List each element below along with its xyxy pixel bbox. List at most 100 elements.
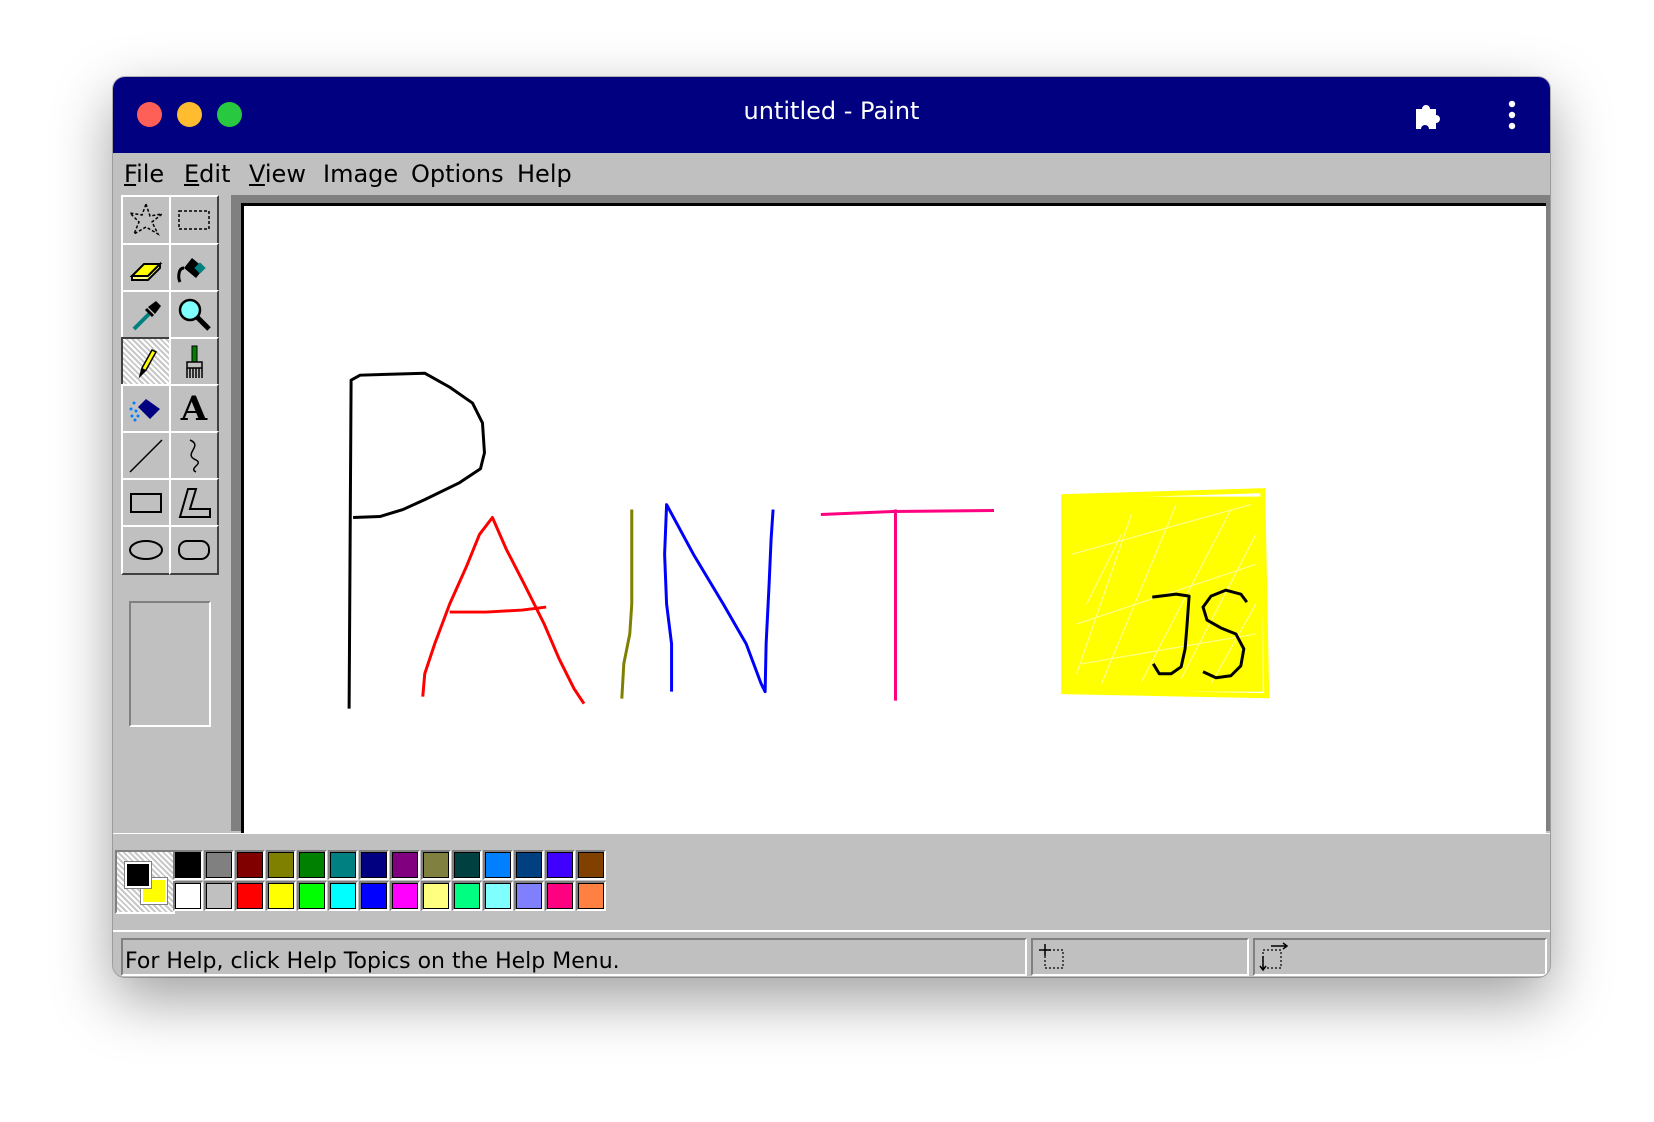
title-bar[interactable]: untitled - Paint xyxy=(113,77,1550,153)
palette-color-swatch[interactable] xyxy=(576,850,606,880)
palette-color-fill xyxy=(454,852,480,878)
current-colors-indicator[interactable] xyxy=(115,850,175,914)
palette-color-swatch[interactable] xyxy=(390,881,420,911)
tool-pencil[interactable] xyxy=(121,337,171,387)
tool-rectangle[interactable] xyxy=(121,478,171,528)
magnifier-icon xyxy=(178,298,211,331)
pencil-icon xyxy=(138,349,158,379)
rectangle-icon xyxy=(130,493,162,513)
stroke-letter-a-bar xyxy=(449,605,547,614)
palette-color-swatch[interactable] xyxy=(173,850,203,880)
tool-brush[interactable] xyxy=(169,337,219,387)
tool-polygon[interactable] xyxy=(169,478,219,528)
tool-ellipse[interactable] xyxy=(121,525,171,575)
canvas-area xyxy=(235,195,1550,833)
palette-color-swatch[interactable] xyxy=(359,881,389,911)
tool-eraser[interactable] xyxy=(121,243,171,293)
tool-text[interactable]: A xyxy=(169,384,219,434)
palette-color-swatch[interactable] xyxy=(204,850,234,880)
menu-file[interactable]: File xyxy=(124,160,164,188)
tool-airbrush[interactable] xyxy=(121,384,171,434)
palette-color-swatch[interactable] xyxy=(576,881,606,911)
drawing-canvas[interactable] xyxy=(241,203,1546,833)
palette-color-fill xyxy=(516,883,542,909)
menu-file-label: ile xyxy=(136,160,165,188)
palette-color-swatch[interactable] xyxy=(173,881,203,911)
menu-file-mnemonic: F xyxy=(124,160,137,188)
palette-color-swatch[interactable] xyxy=(235,850,265,880)
palette-color-swatch[interactable] xyxy=(235,881,265,911)
palette-color-swatch[interactable] xyxy=(452,850,482,880)
airbrush-icon xyxy=(129,399,160,422)
palette-color-swatch[interactable] xyxy=(483,881,513,911)
palette-color-swatch[interactable] xyxy=(421,881,451,911)
palette-color-swatch[interactable] xyxy=(297,881,327,911)
palette-color-fill xyxy=(299,852,325,878)
palette-color-swatch[interactable] xyxy=(483,850,513,880)
rounded-rectangle-icon xyxy=(178,540,210,560)
palette-color-swatch[interactable] xyxy=(545,881,575,911)
stroke-letter-n xyxy=(663,503,775,694)
palette-color-fill xyxy=(392,852,418,878)
yellow-js-square xyxy=(1063,496,1263,692)
palette-color-fill xyxy=(578,852,604,878)
palette-color-swatch[interactable] xyxy=(204,881,234,911)
tool-rect-select[interactable] xyxy=(169,195,219,245)
palette-color-swatch[interactable] xyxy=(421,850,451,880)
palette-color-swatch[interactable] xyxy=(297,850,327,880)
paint-window: untitled - Paint File Edit View Image Op… xyxy=(113,77,1550,977)
puzzle-piece-icon[interactable] xyxy=(1408,97,1444,133)
tool-line[interactable] xyxy=(121,431,171,481)
color-palette xyxy=(173,850,613,912)
palette-color-swatch[interactable] xyxy=(390,850,420,880)
menu-view[interactable]: View xyxy=(249,160,306,188)
palette-color-swatch[interactable] xyxy=(266,850,296,880)
drawing-artwork xyxy=(347,371,1270,709)
palette-color-swatch[interactable] xyxy=(359,850,389,880)
menu-view-label: iew xyxy=(264,160,306,188)
menu-edit-mnemonic: E xyxy=(184,160,200,188)
foreground-color-swatch xyxy=(124,861,152,889)
palette-color-swatch[interactable] xyxy=(514,850,544,880)
stroke-letter-p xyxy=(347,371,486,709)
color-box xyxy=(113,833,1550,930)
palette-color-swatch[interactable] xyxy=(328,881,358,911)
palette-color-fill xyxy=(237,852,263,878)
tool-options-panel[interactable] xyxy=(129,601,211,727)
palette-color-fill xyxy=(206,883,232,909)
tool-free-form-select[interactable] xyxy=(121,195,171,245)
free-form-select-icon xyxy=(127,201,165,236)
tool-pick-color[interactable] xyxy=(121,290,171,340)
kebab-menu-icon[interactable] xyxy=(1494,96,1530,134)
palette-color-swatch[interactable] xyxy=(452,881,482,911)
tool-fill[interactable] xyxy=(169,243,219,293)
tool-rounded-rectangle[interactable] xyxy=(169,525,219,575)
palette-color-fill xyxy=(361,883,387,909)
palette-color-swatch[interactable] xyxy=(266,881,296,911)
palette-color-fill xyxy=(268,883,294,909)
palette-color-fill xyxy=(330,852,356,878)
menu-view-mnemonic: V xyxy=(249,160,265,188)
palette-color-swatch[interactable] xyxy=(328,850,358,880)
rect-select-icon xyxy=(178,210,210,230)
menu-edit[interactable]: Edit xyxy=(184,160,230,188)
menu-options[interactable]: Options xyxy=(411,160,504,188)
toolbox: A xyxy=(113,195,235,831)
status-selection-size xyxy=(1253,938,1547,976)
menu-help[interactable]: Help xyxy=(517,160,572,188)
eraser-icon xyxy=(129,261,163,281)
palette-color-fill xyxy=(516,852,542,878)
menu-bar: File Edit View Image Options Help xyxy=(113,153,1550,197)
palette-color-fill xyxy=(423,852,449,878)
palette-color-swatch[interactable] xyxy=(514,881,544,911)
palette-color-fill xyxy=(423,883,449,909)
palette-color-fill xyxy=(175,852,201,878)
status-cursor-position xyxy=(1031,938,1249,976)
tool-magnifier[interactable] xyxy=(169,290,219,340)
palette-color-fill xyxy=(392,883,418,909)
tool-curve[interactable] xyxy=(169,431,219,481)
menu-image[interactable]: Image xyxy=(323,160,398,188)
stroke-letter-i xyxy=(620,509,634,699)
palette-color-swatch[interactable] xyxy=(545,850,575,880)
palette-color-fill xyxy=(175,883,201,909)
